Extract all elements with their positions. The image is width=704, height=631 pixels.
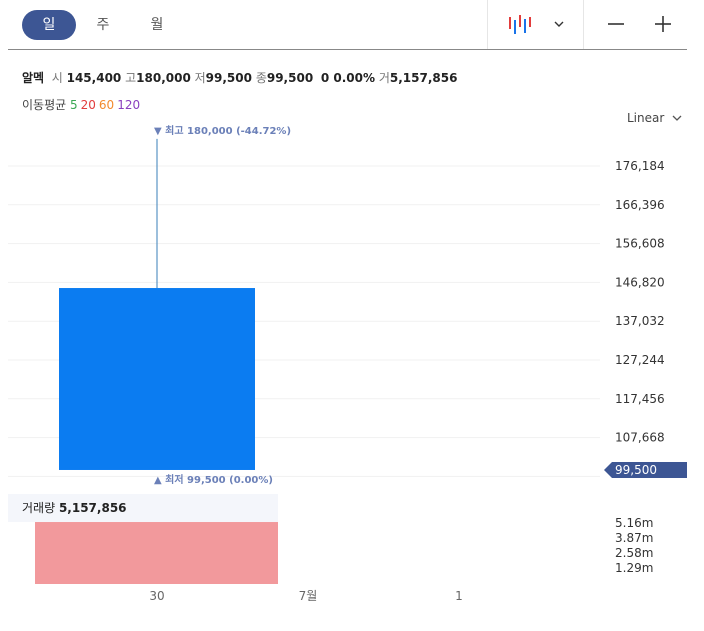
price-tick-label: 127,244	[615, 353, 665, 367]
date-axis: 30 7월 1	[149, 589, 462, 603]
volume-tick-label: 3.87m	[615, 531, 653, 545]
date-tick-label: 30	[149, 589, 164, 603]
last-price-label: 99,500	[615, 463, 657, 477]
price-tick-label: 137,032	[615, 314, 665, 328]
last-price-tag: 99,500	[604, 461, 687, 478]
date-tick-label: 1	[455, 589, 463, 603]
volume-tick-label: 5.16m	[615, 516, 653, 530]
volume-header: 거래량 5,157,856	[8, 494, 278, 522]
volume-total: 5,157,856	[58, 501, 127, 515]
volume-bars	[35, 522, 278, 584]
price-tick-label: 146,820	[615, 275, 665, 289]
price-tick-label: 156,608	[615, 237, 665, 251]
volume-title: 거래량	[22, 501, 56, 515]
candle-body	[59, 288, 255, 470]
price-chart[interactable]: 176,184 166,396 156,608 146,820 137,032 127,2…	[0, 0, 704, 631]
candles	[59, 138, 255, 470]
price-tick-label: 107,668	[615, 431, 665, 445]
volume-bar	[35, 522, 278, 584]
volume-tick-label: 1.29m	[615, 561, 653, 575]
volume-tick-label: 2.58m	[615, 546, 653, 560]
price-tick-label: 117,456	[615, 392, 665, 406]
price-tick-label: 176,184	[615, 159, 665, 173]
price-tick-label: 166,396	[615, 198, 665, 212]
date-tick-label: 7월	[299, 589, 318, 603]
volume-axis: 5.16m3.87m2.58m1.29m	[615, 516, 653, 575]
high-marker: ▼ 최고 180,000 (-44.72%)	[154, 124, 291, 137]
low-marker: ▲ 최저 99,500 (0.00%)	[154, 473, 273, 486]
price-axis: 176,184 166,396 156,608 146,820 137,032 127,2…	[615, 159, 665, 445]
